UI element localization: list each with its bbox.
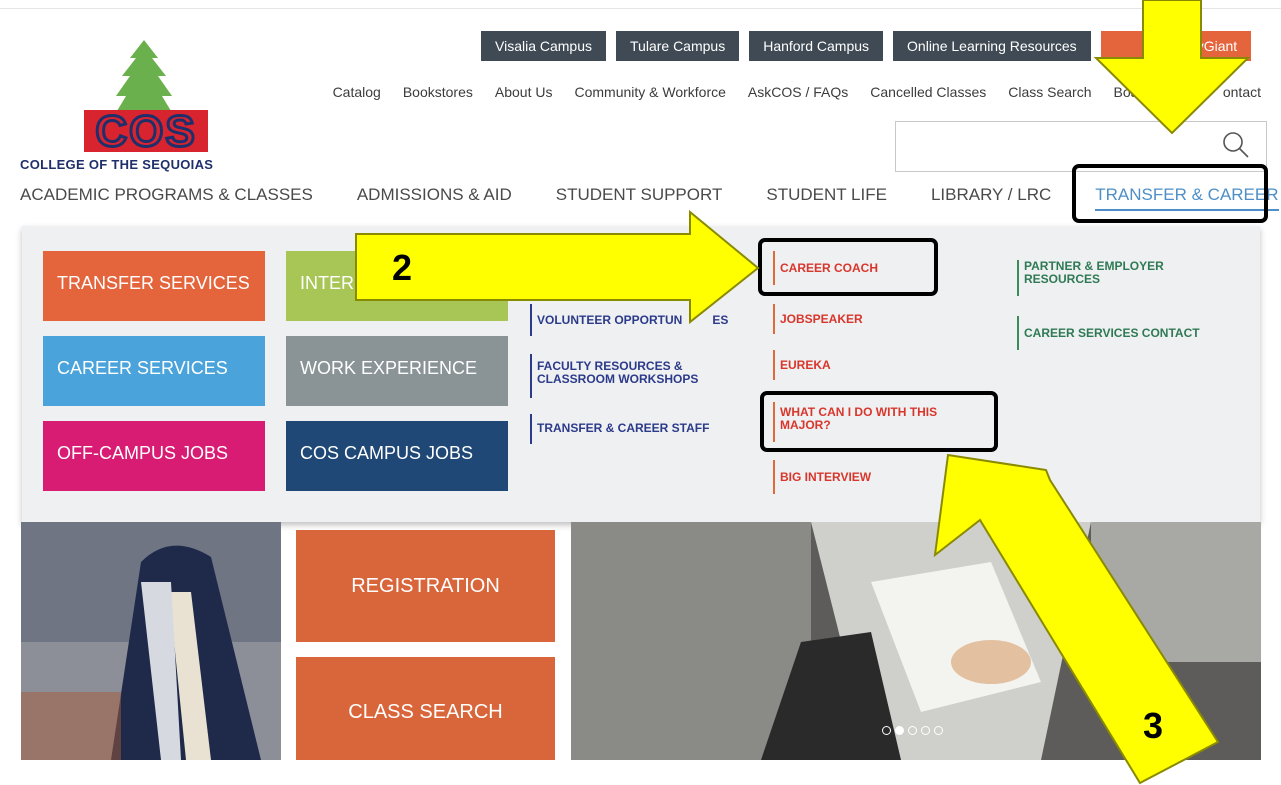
util-about[interactable]: About Us xyxy=(495,84,553,100)
utility-nav: Catalog Bookstores About Us Community & … xyxy=(333,84,1261,100)
hero-graduate-photo xyxy=(21,522,281,760)
annotation-box-nav xyxy=(1072,164,1268,223)
util-board[interactable]: Board xyxy=(1114,84,1151,100)
nav-academic-programs[interactable]: ACADEMIC PROGRAMS & CLASSES xyxy=(20,185,313,211)
tile-transfer-services[interactable]: TRANSFER SERVICES xyxy=(43,251,265,321)
logo-tagline: COLLEGE OF THE SEQUOIAS xyxy=(20,157,214,172)
hero-registration-tile[interactable]: REGISTRATION xyxy=(296,530,555,642)
tile-cos-campus-jobs[interactable]: COS CAMPUS JOBS xyxy=(286,421,508,491)
link-faculty-resources[interactable]: FACULTY RESOURCES & CLASSROOM WORKSHOPS xyxy=(530,354,698,398)
link-jobspeaker[interactable]: JOBSPEAKER xyxy=(773,304,863,334)
tile-off-campus-jobs[interactable]: OFF-CAMPUS JOBS xyxy=(43,421,265,491)
logo-letters: COS xyxy=(95,107,196,156)
link-eureka[interactable]: EUREKA xyxy=(773,350,831,380)
util-cancelled[interactable]: Cancelled Classes xyxy=(870,84,986,100)
link-career-services-contact[interactable]: CAREER SERVICES CONTACT xyxy=(1017,316,1200,350)
tile-career-services[interactable]: CAREER SERVICES xyxy=(43,336,265,406)
link-partner-employer[interactable]: PARTNER & EMPLOYER RESOURCES xyxy=(1017,260,1164,296)
nav-admissions-aid[interactable]: ADMISSIONS & AID xyxy=(357,185,512,211)
nav-student-life[interactable]: STUDENT LIFE xyxy=(766,185,887,211)
nav-library-lrc[interactable]: LIBRARY / LRC xyxy=(931,185,1051,211)
slide-dot[interactable] xyxy=(921,726,930,735)
util-community[interactable]: Community & Workforce xyxy=(574,84,725,100)
callout-number-3: 3 xyxy=(1143,705,1164,746)
util-contact[interactable]: ontact xyxy=(1223,84,1261,100)
search-icon[interactable] xyxy=(1222,131,1250,159)
annotation-box-what-can-i-do xyxy=(760,391,998,452)
callout-number-2: 2 xyxy=(392,247,413,288)
slide-dots xyxy=(882,726,943,735)
link-volunteer-opportunities[interactable]: VOLUNTEER OPPORTUN ES xyxy=(530,304,728,336)
online-learning-button[interactable]: Online Learning Resources xyxy=(893,31,1091,61)
util-class-search[interactable]: Class Search xyxy=(1008,84,1091,100)
slide-dot[interactable] xyxy=(934,726,943,735)
slide-dot-active[interactable] xyxy=(895,726,904,735)
link-big-interview[interactable]: BIG INTERVIEW xyxy=(773,460,871,494)
hero-class-search-tile[interactable]: CLASS SEARCH xyxy=(296,657,555,760)
util-bookstores[interactable]: Bookstores xyxy=(403,84,473,100)
campus-links: Visalia Campus Tulare Campus Hanford Cam… xyxy=(481,31,1252,61)
annotation-arrow-down xyxy=(1093,0,1251,135)
annotation-box-career-coach xyxy=(758,238,938,296)
slide-dot[interactable] xyxy=(882,726,891,735)
tulare-campus-button[interactable]: Tulare Campus xyxy=(616,31,740,61)
top-divider xyxy=(0,8,1281,9)
visalia-campus-button[interactable]: Visalia Campus xyxy=(481,31,607,61)
hanford-campus-button[interactable]: Hanford Campus xyxy=(749,31,884,61)
tile-work-experience[interactable]: WORK EXPERIENCE xyxy=(286,336,508,406)
nav-student-support[interactable]: STUDENT SUPPORT xyxy=(556,185,723,211)
util-catalog[interactable]: Catalog xyxy=(333,84,381,100)
util-askcos[interactable]: AskCOS / FAQs xyxy=(748,84,848,100)
link-transfer-career-staff[interactable]: TRANSFER & CAREER STAFF xyxy=(530,414,709,444)
slide-dot[interactable] xyxy=(908,726,917,735)
mega-menu-panel: TRANSFER SERVICES INTERN CAREER SERVICES… xyxy=(22,226,1260,522)
mygiant-button[interactable]: yGiant xyxy=(1100,31,1252,61)
